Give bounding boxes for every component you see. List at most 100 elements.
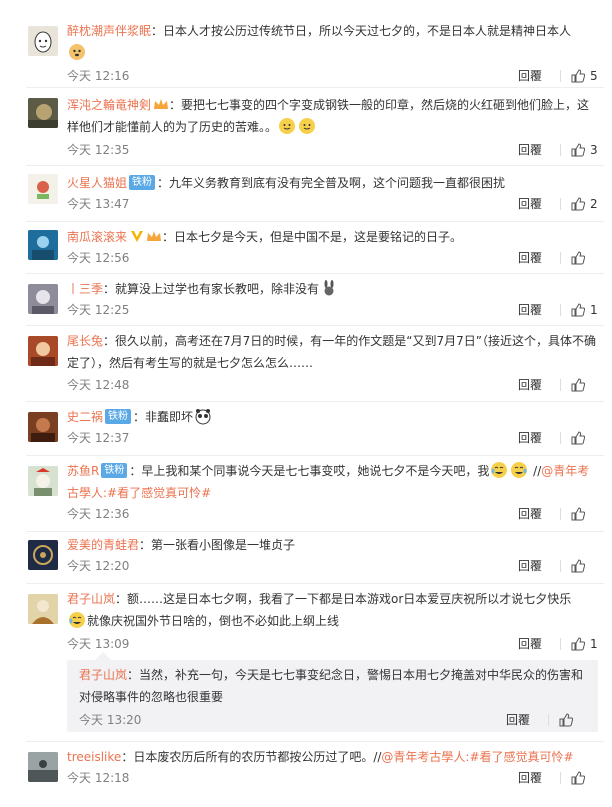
reply-button[interactable]: 回覆 [518, 428, 542, 448]
avatar[interactable] [28, 412, 58, 442]
username-link[interactable]: 史二祸 [67, 410, 103, 424]
username-link[interactable]: 君子山岚 [67, 592, 115, 606]
like-button[interactable] [571, 771, 598, 785]
fan-badge: 铁粉 [105, 409, 132, 424]
thumbs-up-icon [571, 303, 585, 317]
comment-time: 今天 12:20 [67, 559, 130, 573]
comment-item: 君子山岚：额……这是日本七夕啊，我看了一下都是日本游戏or日本爱豆庆祝所以才说七… [0, 584, 612, 742]
fan-badge: 铁粉 [101, 463, 128, 478]
thumbs-up-icon [571, 143, 585, 157]
verified-v-icon [130, 228, 144, 242]
like-button[interactable] [559, 713, 586, 727]
reply-button[interactable]: 回覆 [518, 300, 542, 320]
reply-button[interactable]: 回覆 [518, 768, 542, 788]
comment-time: 今天 12:18 [67, 771, 130, 785]
comment-text: ：九年义务教育到底有没有完全普及啊，这个问题我一直都很困扰 [157, 176, 506, 190]
comment-time: 今天 13:47 [67, 197, 130, 211]
comment-item: 尾长兔：很久以前，高考还在7月7日的时候，有一年的作文题是“又到7月7日”（接近… [0, 326, 612, 402]
comment-text: ：就算没上过学也有家长教吧，除非没有 [103, 282, 320, 296]
divider [560, 432, 561, 444]
like-button[interactable] [571, 251, 598, 265]
like-button[interactable]: 1 [571, 300, 598, 320]
avatar[interactable] [28, 284, 58, 314]
comment-text: ：日本人才按公历过传统节日，所以今天过七夕的，不是日本人就是精神日本人 [151, 24, 572, 38]
username-link[interactable]: 火星人猫姐 [67, 176, 127, 190]
reply-button[interactable]: 回覆 [518, 375, 542, 395]
avatar[interactable] [28, 594, 58, 624]
avatar[interactable] [28, 26, 58, 56]
comment-time: 今天 12:56 [67, 251, 130, 265]
like-button[interactable] [571, 378, 598, 392]
like-count: 2 [590, 197, 598, 211]
like-button[interactable]: 1 [571, 634, 598, 654]
avatar[interactable] [28, 230, 58, 260]
username-link[interactable]: treeislike [67, 750, 121, 764]
comment-time: 今天 12:25 [67, 303, 130, 317]
reply-button[interactable]: 回覆 [518, 194, 542, 214]
username-link[interactable]: 君子山岚 [79, 668, 127, 682]
comment-item: 浑沌之輪竜神剣 ：要把七七事变的四个字变成钢铁一般的印章，然后烧的火红砸到他们脸上… [0, 88, 612, 166]
laugh-cry-emoji-icon [490, 461, 508, 479]
username-link[interactable]: 浑沌之輪竜神剣 [67, 98, 151, 112]
comment-list: 醉枕潮声伴浆眠：日本人才按公历过传统节日，所以今天过七夕的，不是日本人就是精神日… [0, 0, 612, 807]
reply-button[interactable]: 回覆 [518, 140, 542, 160]
reply-button[interactable]: 回覆 [518, 66, 542, 86]
thumbs-up-icon [571, 251, 585, 265]
like-button[interactable] [571, 507, 598, 521]
comment-time: 今天 12:35 [67, 143, 130, 157]
avatar[interactable] [28, 174, 58, 204]
comment-text: ：很久以前，高考还在7月7日的时候，有一年的作文题是“又到7月7日”（接近这个，… [67, 334, 596, 370]
username-link[interactable]: 苏鱼R [67, 464, 99, 478]
comment-item: 苏鱼R 铁粉 ：早上我和某个同事说今天是七七事变哎，她说七夕不是今天吧，我 //@青… [0, 456, 612, 532]
reply-button[interactable]: 回覆 [518, 556, 542, 576]
divider [560, 560, 561, 572]
comment-time: 今天 12:48 [67, 378, 130, 392]
crown-icon [146, 228, 162, 242]
reply-button[interactable]: 回覆 [518, 248, 542, 268]
doge-emoji-icon [68, 43, 86, 61]
avatar[interactable] [28, 752, 58, 782]
thumbs-up-icon [571, 69, 585, 83]
username-link[interactable]: 丨三季 [67, 282, 103, 296]
comment-text: ：第一张看小图像是一堆贞子 [139, 538, 296, 552]
thumbs-up-icon [571, 378, 585, 392]
reply-button[interactable]: 回覆 [518, 634, 542, 654]
username-link[interactable]: 爱美的青蛙君 [67, 538, 139, 552]
divider [560, 198, 561, 210]
comment-text: ：早上我和某个同事说今天是七七事变哎，她说七夕不是今天吧，我 [129, 464, 490, 478]
avatar[interactable] [28, 540, 58, 570]
username-link[interactable]: 南瓜滚滚来 [67, 230, 127, 244]
rabbit-emoji-icon [320, 279, 338, 297]
mention-link[interactable]: @青年考古學人 [381, 750, 465, 764]
like-button[interactable] [571, 559, 598, 573]
thumbs-up-icon [571, 431, 585, 445]
like-button[interactable] [571, 431, 598, 445]
divider [560, 379, 561, 391]
reply-button[interactable]: 回覆 [518, 504, 542, 524]
like-button[interactable]: 3 [571, 140, 598, 160]
like-button[interactable]: 2 [571, 194, 598, 214]
repost-separator: // [529, 464, 542, 478]
comment-text: ：额……这是日本七夕啊，我看了一下都是日本游戏or日本爱豆庆祝所以才说七夕快乐 [115, 592, 572, 606]
reply-button[interactable]: 回覆 [506, 710, 530, 730]
comment-time: 今天 13:09 [67, 637, 130, 651]
nested-reply: 君子山岚：当然，补充一句，今天是七七事变纪念日，警惕日本用七夕掩盖对中华民众的伤… [67, 652, 598, 732]
thumbs-up-icon [571, 507, 585, 521]
avatar[interactable] [28, 466, 58, 496]
topic-link[interactable]: :#看了感觉真可怜# [103, 486, 211, 500]
topic-link[interactable]: :#看了感觉真可怜# [465, 750, 573, 764]
comment-item: 醉枕潮声伴浆眠：日本人才按公历过传统节日，所以今天过七夕的，不是日本人就是精神日… [0, 12, 612, 88]
username-link[interactable]: 醉枕潮声伴浆眠 [67, 24, 151, 38]
avatar[interactable] [28, 336, 58, 366]
avatar[interactable] [28, 98, 58, 128]
comment-time: 今天 12:16 [67, 69, 130, 83]
comment-item: 史二祸 铁粉 ：非蠢即坏 今天 12:37 回覆 [0, 402, 612, 456]
username-link[interactable]: 尾长兔 [67, 334, 103, 348]
divider [560, 304, 561, 316]
divider [560, 144, 561, 156]
divider [560, 772, 561, 784]
divider [560, 508, 561, 520]
divider [560, 70, 561, 82]
like-button[interactable]: 5 [571, 66, 598, 86]
panda-emoji-icon [194, 407, 212, 425]
